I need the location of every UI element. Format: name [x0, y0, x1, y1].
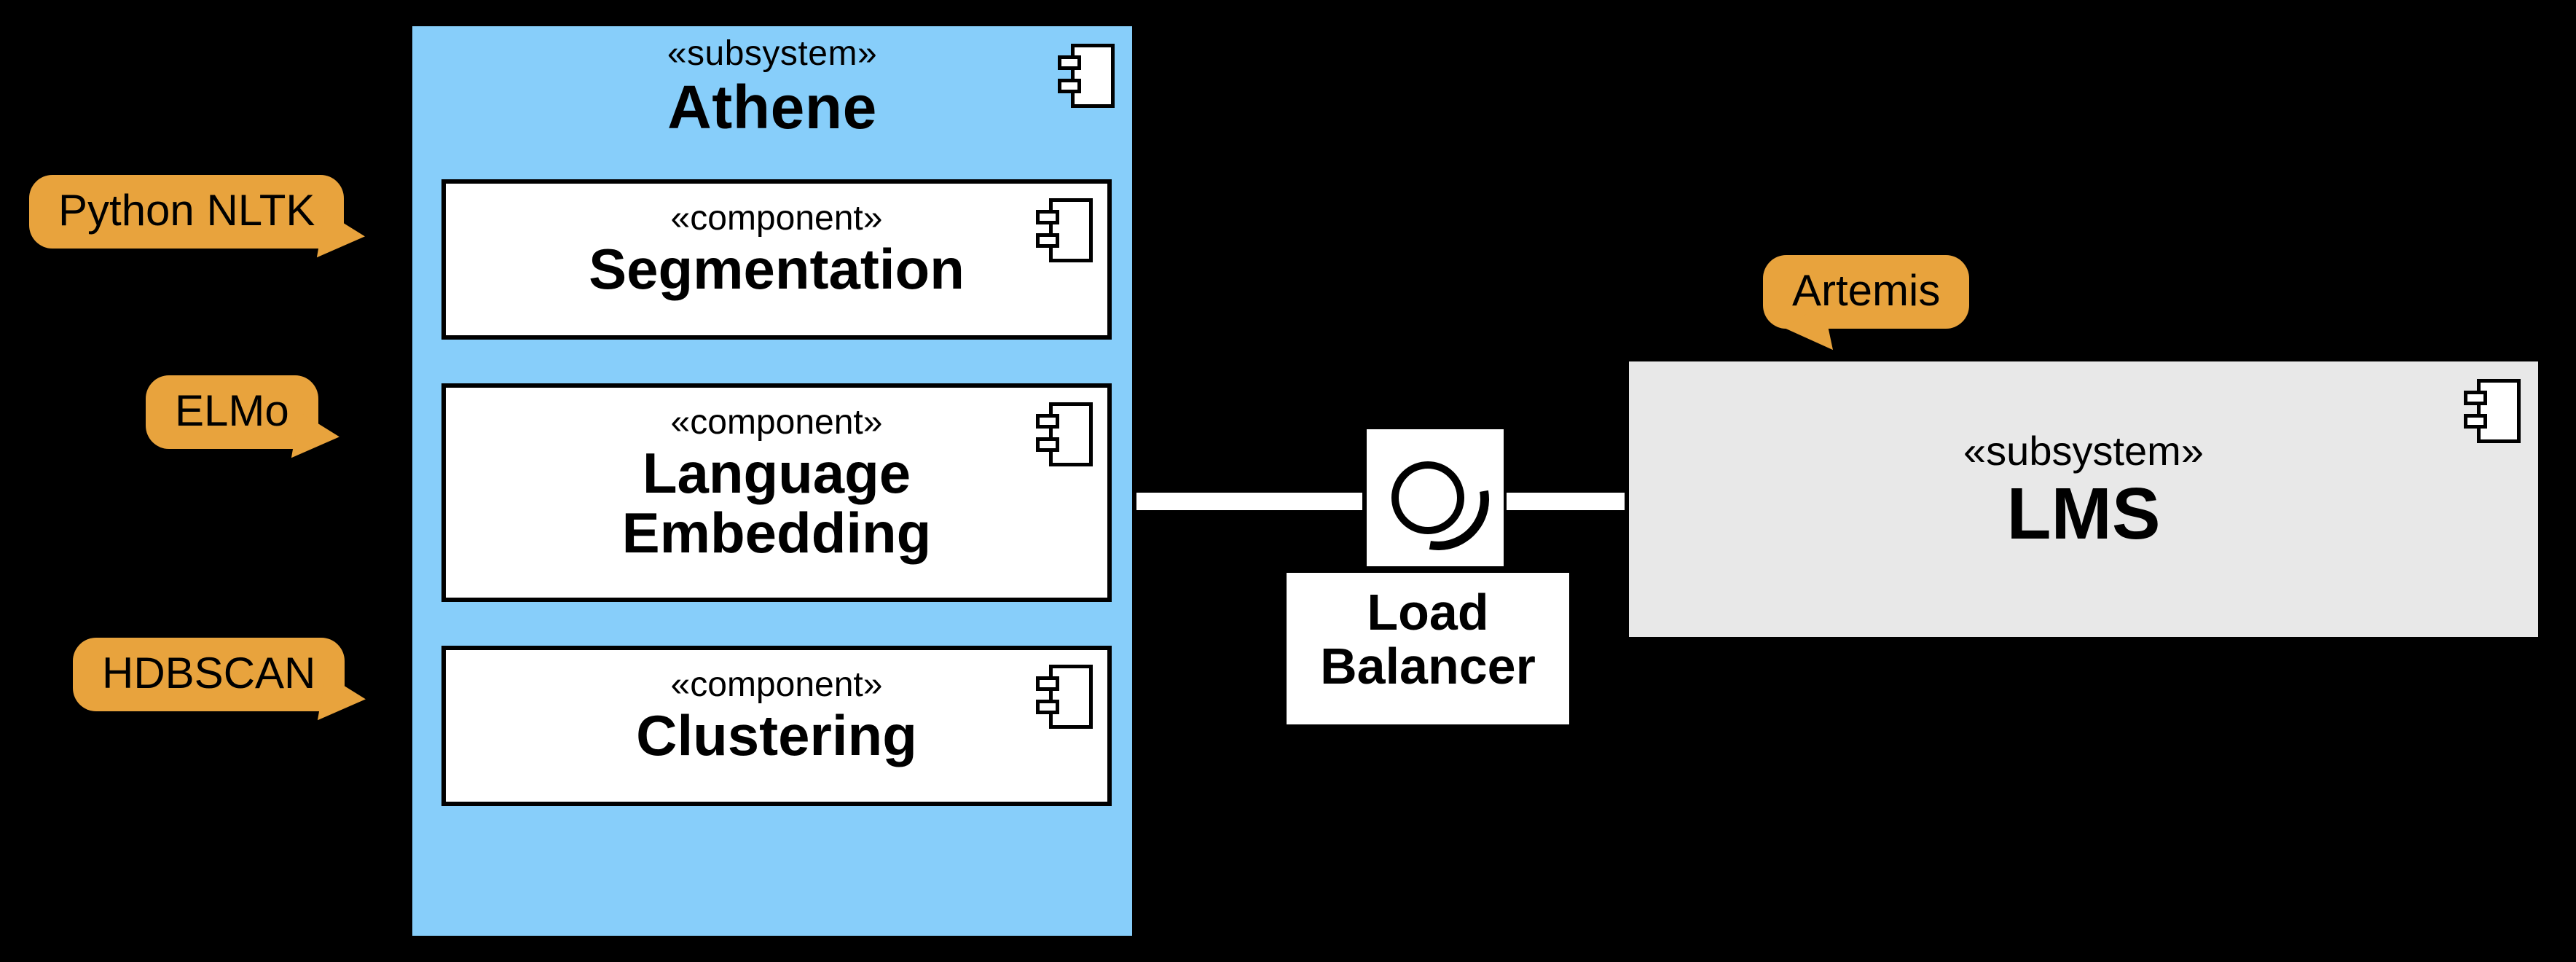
clustering-stereotype: «component»	[460, 665, 1093, 705]
athene-stereotype: «subsystem»	[412, 34, 1132, 74]
clustering-name: Clustering	[460, 706, 1093, 766]
load-balancer-line1: Load	[1287, 586, 1569, 640]
connector-interface-to-lms	[1507, 488, 1627, 515]
athene-name: Athene	[412, 77, 1132, 138]
component-icon	[1036, 665, 1093, 729]
component-icon	[1036, 402, 1093, 466]
callout-elmo-label: ELMo	[175, 386, 289, 435]
segmentation-stereotype: «component»	[460, 198, 1093, 238]
callout-python-nltk-label: Python NLTK	[58, 186, 315, 235]
subsystem-lms: «subsystem» LMS	[1625, 357, 2542, 641]
component-icon	[1058, 44, 1115, 108]
connector-athene-to-interface	[1136, 488, 1364, 515]
subsystem-athene: «subsystem» Athene «component» Segmentat…	[408, 22, 1136, 940]
callout-hdbscan: HDBSCAN	[73, 638, 345, 711]
lms-stereotype: «subsystem»	[1629, 427, 2538, 474]
required-interface-socket-icon	[1367, 429, 1509, 571]
callout-hdbscan-label: HDBSCAN	[102, 649, 315, 697]
language-embedding-stereotype: «component»	[460, 402, 1093, 442]
component-segmentation: «component» Segmentation	[441, 179, 1112, 340]
component-icon	[1036, 198, 1093, 262]
assembly-interface	[1362, 425, 1508, 571]
callout-artemis: Artemis	[1763, 255, 1969, 329]
component-language-embedding: «component» Language Embedding	[441, 383, 1112, 602]
segmentation-name: Segmentation	[460, 240, 1093, 300]
lms-title-block: «subsystem» LMS	[1629, 420, 2538, 550]
lms-name: LMS	[1629, 477, 2538, 550]
language-embedding-name: Language Embedding	[460, 444, 1093, 563]
callout-elmo: ELMo	[146, 375, 318, 449]
athene-title-block: «subsystem» Athene	[412, 34, 1132, 138]
load-balancer-box: Load Balancer	[1282, 568, 1574, 729]
load-balancer-line2: Balancer	[1287, 640, 1569, 694]
callout-python-nltk: Python NLTK	[29, 175, 344, 249]
diagram-canvas: «subsystem» Athene «component» Segmentat…	[0, 0, 2576, 962]
component-clustering: «component» Clustering	[441, 646, 1112, 806]
component-icon	[2464, 379, 2521, 443]
